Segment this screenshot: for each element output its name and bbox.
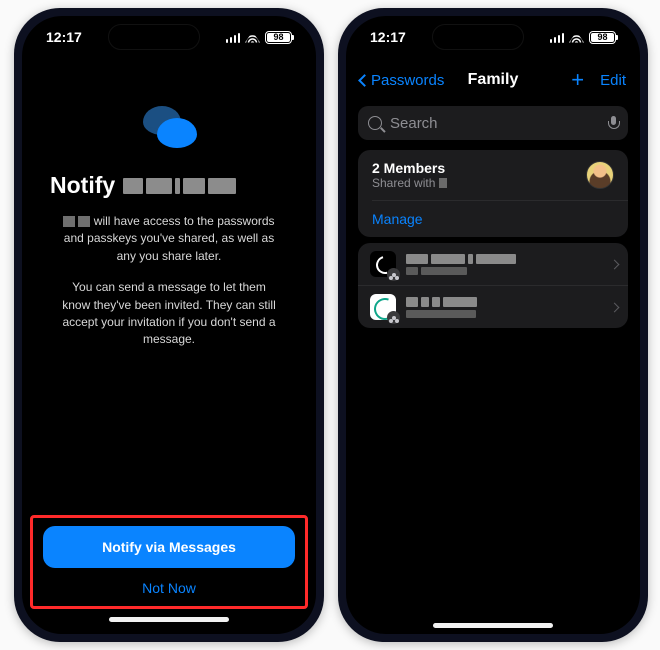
highlight-box: Notify via Messages Not Now bbox=[30, 515, 308, 609]
notify-via-messages-button[interactable]: Notify via Messages bbox=[43, 526, 295, 568]
members-count: 2 Members bbox=[372, 160, 447, 176]
status-bar: 12:17 98 bbox=[22, 16, 316, 58]
members-row[interactable]: 2 Members Shared with bbox=[358, 150, 628, 200]
dynamic-island bbox=[432, 24, 524, 50]
nav-bar: Passwords Family + Edit bbox=[346, 60, 640, 100]
member-avatar bbox=[586, 161, 614, 189]
wifi-icon bbox=[245, 32, 260, 43]
home-indicator bbox=[109, 617, 229, 622]
home-indicator bbox=[433, 623, 553, 628]
shared-badge-icon bbox=[387, 268, 400, 281]
redacted-name bbox=[123, 178, 236, 194]
status-right: 98 bbox=[550, 31, 617, 44]
search-field[interactable]: Search bbox=[358, 106, 628, 140]
chevron-right-icon bbox=[610, 259, 620, 269]
status-right: 98 bbox=[226, 31, 293, 44]
phone-left: 12:17 98 Notify will hav bbox=[14, 8, 324, 642]
search-placeholder: Search bbox=[390, 115, 600, 132]
passwords-list bbox=[358, 243, 628, 328]
password-entry[interactable] bbox=[358, 285, 628, 328]
messages-bubble-icon bbox=[141, 106, 197, 150]
redacted-entry-sub bbox=[406, 310, 601, 318]
screen-left: 12:17 98 Notify will hav bbox=[22, 16, 316, 634]
shared-badge-icon bbox=[387, 311, 400, 324]
bottom-actions: Notify via Messages Not Now bbox=[30, 515, 308, 622]
notify-title-prefix: Notify bbox=[50, 172, 115, 199]
redacted-short-name bbox=[63, 216, 90, 227]
microphone-icon[interactable] bbox=[608, 116, 618, 131]
manage-button[interactable]: Manage bbox=[358, 201, 628, 237]
chevron-right-icon bbox=[610, 302, 620, 312]
not-now-button[interactable]: Not Now bbox=[43, 568, 295, 600]
edit-button[interactable]: Edit bbox=[600, 72, 626, 89]
add-button[interactable]: + bbox=[571, 69, 584, 91]
back-button[interactable]: Passwords bbox=[360, 72, 444, 89]
status-time: 12:17 bbox=[370, 29, 406, 45]
members-card: 2 Members Shared with Manage bbox=[358, 150, 628, 237]
notify-paragraph-1: will have access to the passwords and pa… bbox=[22, 199, 316, 265]
redacted-member bbox=[439, 178, 447, 188]
status-time: 12:17 bbox=[46, 29, 82, 45]
notify-title: Notify bbox=[22, 172, 316, 199]
cell-signal-icon bbox=[226, 32, 241, 43]
search-icon bbox=[368, 116, 382, 130]
app-icon bbox=[370, 251, 396, 277]
redacted-entry-sub bbox=[406, 267, 601, 275]
dynamic-island bbox=[108, 24, 200, 50]
notify-paragraph-2: You can send a message to let them know … bbox=[22, 265, 316, 349]
status-bar: 12:17 98 bbox=[346, 16, 640, 58]
battery-icon: 98 bbox=[589, 31, 616, 44]
password-entry[interactable] bbox=[358, 243, 628, 285]
wifi-icon bbox=[569, 32, 584, 43]
phone-right: 12:17 98 Passwords Family + Edit bbox=[338, 8, 648, 642]
battery-icon: 98 bbox=[265, 31, 292, 44]
redacted-entry-title bbox=[406, 297, 601, 307]
screen-right: 12:17 98 Passwords Family + Edit bbox=[346, 16, 640, 634]
app-icon bbox=[370, 294, 396, 320]
shared-with-line: Shared with bbox=[372, 176, 447, 190]
redacted-entry-title bbox=[406, 254, 601, 264]
cell-signal-icon bbox=[550, 32, 565, 43]
chevron-left-icon bbox=[358, 74, 371, 87]
back-label: Passwords bbox=[371, 72, 444, 89]
